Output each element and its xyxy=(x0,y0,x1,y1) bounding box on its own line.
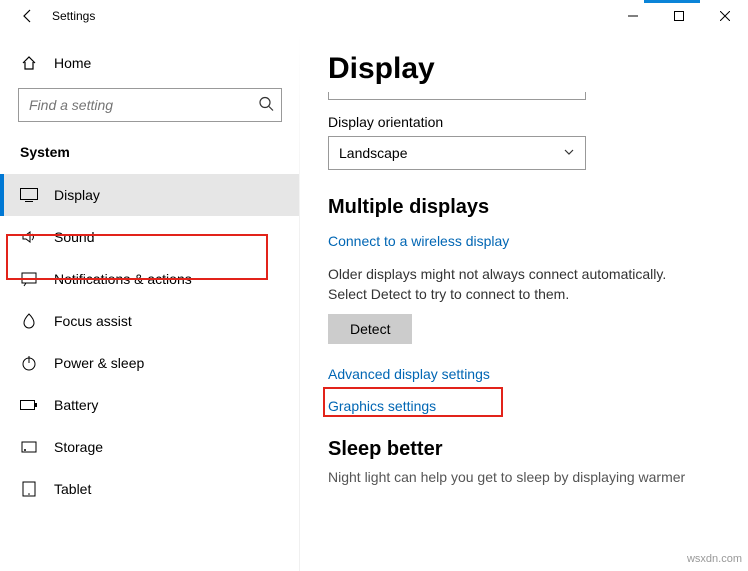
sidebar-item-sound[interactable]: Sound xyxy=(0,216,300,258)
sidebar-item-notifications[interactable]: Notifications & actions xyxy=(0,258,300,300)
sidebar-item-label: Power & sleep xyxy=(54,355,144,371)
sidebar-item-label: Sound xyxy=(54,229,94,245)
main-panel: Display Display orientation Landscape Mu… xyxy=(300,32,748,571)
sidebar-item-label: Tablet xyxy=(54,481,91,497)
chevron-down-icon xyxy=(563,145,575,161)
sidebar-item-label: Battery xyxy=(54,397,98,413)
sidebar-item-label: Focus assist xyxy=(54,313,132,329)
detect-button[interactable]: Detect xyxy=(328,314,412,344)
sidebar-item-battery[interactable]: Battery xyxy=(0,384,300,426)
sidebar-item-power-sleep[interactable]: Power & sleep xyxy=(0,342,300,384)
sidebar-item-focus-assist[interactable]: Focus assist xyxy=(0,300,300,342)
display-icon xyxy=(20,186,38,204)
sidebar-item-display[interactable]: Display xyxy=(0,174,300,216)
battery-icon xyxy=(20,396,38,414)
sidebar-item-label: Storage xyxy=(54,439,103,455)
sidebar: Home System Display Sound Notificati xyxy=(0,32,300,571)
orientation-label: Display orientation xyxy=(328,114,728,130)
sidebar-item-tablet[interactable]: Tablet xyxy=(0,468,300,510)
sound-icon xyxy=(20,228,38,246)
sleep-better-heading: Sleep better xyxy=(328,438,728,461)
sidebar-section-label: System xyxy=(0,138,300,174)
watermark: wsxdn.com xyxy=(687,553,742,565)
previous-control-fragment xyxy=(328,92,586,100)
graphics-settings-link[interactable]: Graphics settings xyxy=(328,398,436,414)
sidebar-item-label: Display xyxy=(54,187,100,203)
tablet-icon xyxy=(20,480,38,498)
sidebar-home-label: Home xyxy=(54,55,91,71)
detect-description: Older displays might not always connect … xyxy=(328,265,698,304)
search-input[interactable] xyxy=(18,88,282,122)
home-icon xyxy=(20,54,38,72)
page-title: Display xyxy=(328,52,728,86)
sidebar-item-label: Notifications & actions xyxy=(54,271,192,287)
minimize-button[interactable] xyxy=(610,0,656,32)
orientation-dropdown[interactable]: Landscape xyxy=(328,136,586,170)
multiple-displays-heading: Multiple displays xyxy=(328,196,728,219)
sidebar-item-storage[interactable]: Storage xyxy=(0,426,300,468)
wireless-display-link[interactable]: Connect to a wireless display xyxy=(328,233,509,249)
back-button[interactable] xyxy=(8,0,48,32)
power-icon xyxy=(20,354,38,372)
titlebar: Settings xyxy=(0,0,748,32)
search-wrap xyxy=(18,88,282,122)
window-controls xyxy=(610,0,748,32)
search-icon xyxy=(258,96,274,115)
advanced-display-settings-link[interactable]: Advanced display settings xyxy=(328,366,490,382)
maximize-button[interactable] xyxy=(656,0,702,32)
sidebar-home[interactable]: Home xyxy=(0,44,300,82)
close-button[interactable] xyxy=(702,0,748,32)
focus-icon xyxy=(20,312,38,330)
sleep-better-text: Night light can help you get to sleep by… xyxy=(328,469,728,485)
notifications-icon xyxy=(20,270,38,288)
orientation-value: Landscape xyxy=(339,145,408,161)
window-title: Settings xyxy=(52,9,95,23)
window-accent-strip xyxy=(644,0,700,3)
storage-icon xyxy=(20,438,38,456)
